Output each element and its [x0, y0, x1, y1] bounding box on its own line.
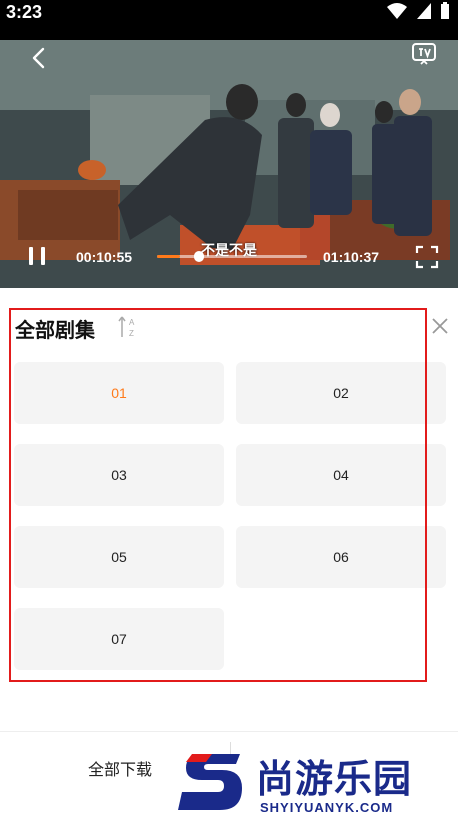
status-bar: 3:23 [0, 0, 458, 40]
fullscreen-icon[interactable] [414, 244, 440, 270]
episode-item-06[interactable]: 06 [236, 526, 446, 588]
back-icon[interactable] [28, 46, 52, 70]
episode-item-01[interactable]: 01 [14, 362, 224, 424]
bottom-divider [0, 731, 458, 732]
episode-item-07[interactable]: 07 [14, 608, 224, 670]
watermark-logo [178, 754, 242, 810]
watermark: 尚游乐园 SHYIYUANYK.COM [178, 748, 458, 820]
panel-spacer [0, 288, 458, 310]
pause-icon[interactable] [26, 244, 48, 268]
status-icons [386, 2, 450, 20]
episode-item-04[interactable]: 04 [236, 444, 446, 506]
tv-cast-icon[interactable] [410, 40, 438, 68]
svg-text:A: A [129, 318, 135, 327]
close-icon[interactable] [430, 316, 450, 336]
watermark-chinese: 尚游乐园 [256, 759, 413, 801]
player-controls: 00:10:55 01:10:37 [0, 236, 458, 276]
seek-progress [157, 255, 180, 258]
video-player[interactable]: 不是不是 00:10:55 01:10:37 [0, 40, 458, 288]
episode-item-02[interactable]: 02 [236, 362, 446, 424]
battery-icon [441, 2, 449, 19]
sort-az-icon[interactable]: A Z [117, 315, 139, 339]
episode-item-05[interactable]: 05 [14, 526, 224, 588]
watermark-english: SHYIYUANYK.COM [260, 800, 394, 815]
wifi-icon [387, 3, 407, 19]
panel-title: 全部剧集 [15, 320, 95, 342]
seek-bar[interactable] [157, 251, 307, 262]
seek-thumb[interactable] [193, 251, 204, 262]
signal-icon [417, 3, 431, 19]
total-time: 01:10:37 [323, 249, 380, 265]
svg-text:Z: Z [129, 329, 134, 338]
download-all-button[interactable]: 全部下载 [88, 756, 152, 780]
episode-item-03[interactable]: 03 [14, 444, 224, 506]
status-time: 3:23 [6, 2, 43, 22]
current-time: 00:10:55 [76, 249, 133, 265]
